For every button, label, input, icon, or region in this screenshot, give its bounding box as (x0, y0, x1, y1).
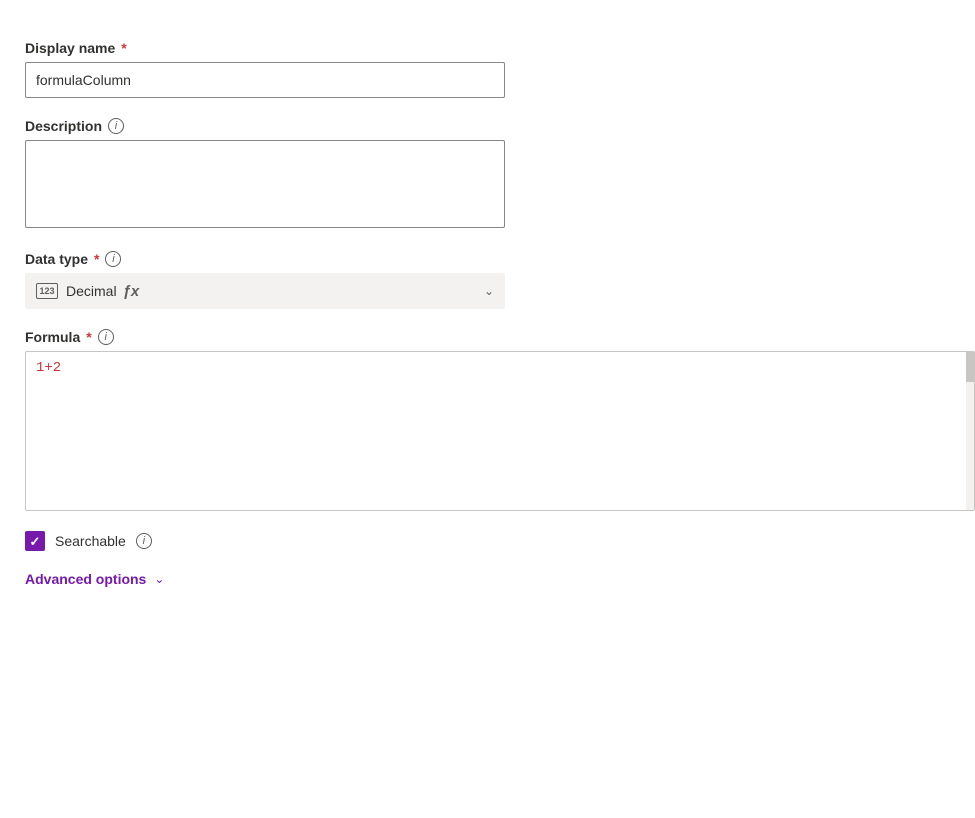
data-type-group: Data type * i 123 Decimal ƒx ⌄ (25, 251, 535, 309)
data-type-label-row: Data type * i (25, 251, 535, 267)
formula-label-row: Formula * i (25, 329, 535, 345)
description-label-row: Description i (25, 118, 535, 134)
data-type-value: Decimal ƒx (66, 283, 476, 300)
advanced-options-row[interactable]: Advanced options ⌄ (25, 571, 535, 587)
advanced-options-chevron-icon: ⌄ (154, 572, 164, 586)
formula-info-icon[interactable]: i (98, 329, 114, 345)
searchable-checkbox[interactable]: ✓ (25, 531, 45, 551)
searchable-info-icon[interactable]: i (136, 533, 152, 549)
display-name-label: Display name * (25, 40, 535, 56)
data-type-info-icon[interactable]: i (105, 251, 121, 267)
advanced-options-label: Advanced options (25, 571, 146, 587)
description-label-text: Description (25, 118, 102, 134)
description-group: Description i (25, 118, 535, 231)
searchable-row: ✓ Searchable i (25, 531, 535, 551)
data-type-chevron-icon: ⌄ (484, 284, 494, 298)
description-input[interactable] (25, 140, 505, 228)
display-name-group: Display name * (25, 40, 535, 98)
formula-required: * (86, 329, 91, 345)
form-container: Display name * Description i Data type *… (20, 30, 540, 597)
data-type-dropdown[interactable]: 123 Decimal ƒx ⌄ (25, 273, 505, 309)
formula-scrollbar[interactable] (966, 352, 974, 510)
fx-icon: ƒx (123, 283, 140, 300)
searchable-label: Searchable (55, 533, 126, 549)
formula-group: Formula * i 1+2 (25, 329, 535, 511)
data-type-label-text: Data type (25, 251, 88, 267)
display-name-required: * (121, 40, 126, 56)
formula-editor[interactable]: 1+2 (25, 351, 975, 511)
formula-label-text: Formula (25, 329, 80, 345)
checkmark-icon: ✓ (30, 535, 41, 548)
data-type-icon-box: 123 (36, 283, 58, 299)
formula-scrollbar-thumb (966, 352, 974, 382)
description-info-icon[interactable]: i (108, 118, 124, 134)
formula-value: 1+2 (36, 360, 964, 376)
data-type-required: * (94, 251, 99, 267)
display-name-input[interactable] (25, 62, 505, 98)
display-name-label-text: Display name (25, 40, 115, 56)
data-type-text: Decimal (66, 283, 117, 299)
